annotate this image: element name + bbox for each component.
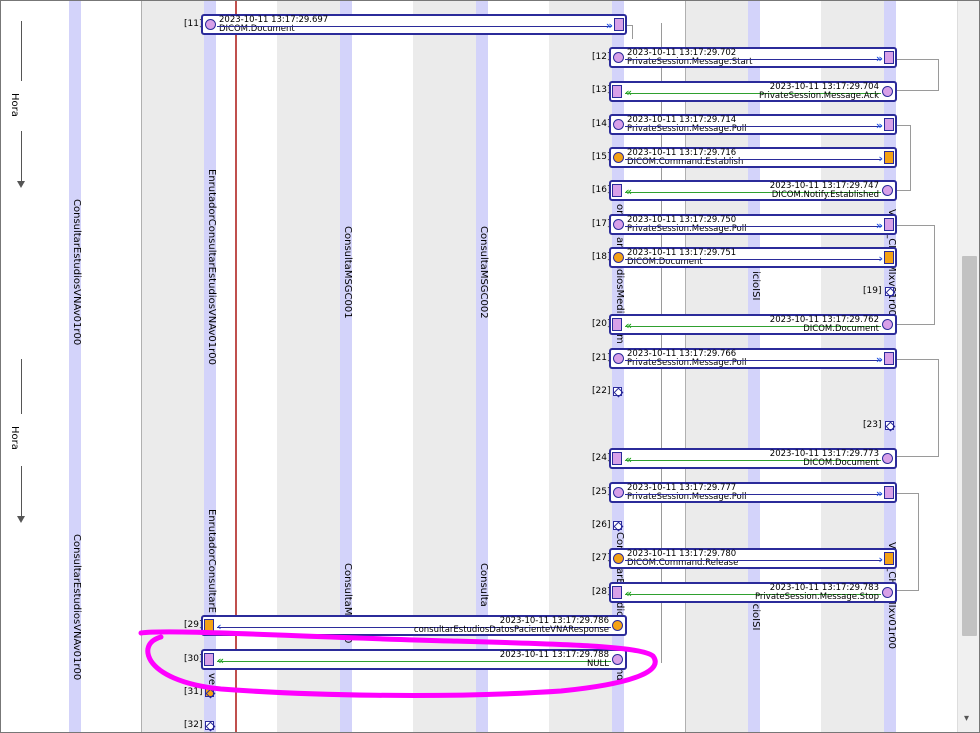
scrollbar-thumb[interactable] xyxy=(962,256,977,636)
highlight-stroke xyxy=(138,629,658,698)
window-frame: Hora Hora ConsultarEstudiosVNAv01r00 Con… xyxy=(0,0,980,733)
scroll-down-arrow-icon[interactable]: ▾ xyxy=(964,713,969,724)
vertical-scrollbar[interactable]: ▾ xyxy=(957,1,979,732)
sequence-diagram[interactable]: Hora Hora ConsultarEstudiosVNAv01r00 Con… xyxy=(1,1,957,732)
highlight-annotation xyxy=(138,629,658,698)
